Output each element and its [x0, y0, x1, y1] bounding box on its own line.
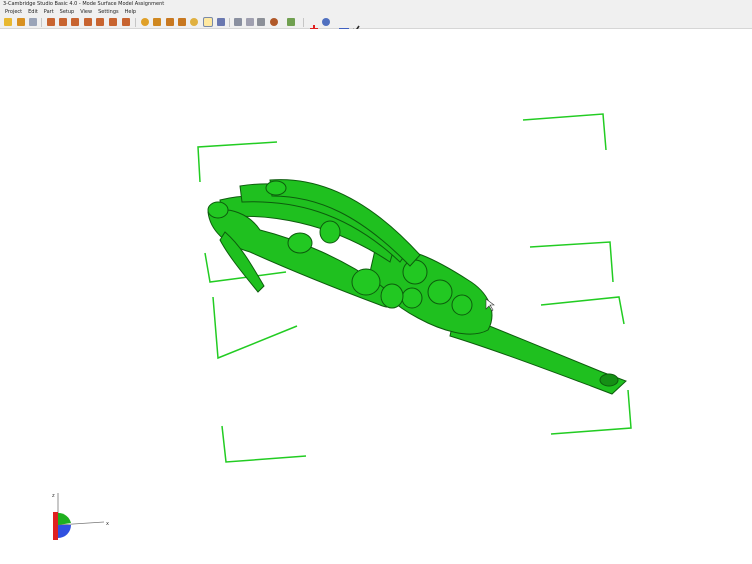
axis-quadrant-red [53, 512, 58, 540]
carpal-bone [451, 294, 473, 316]
axis-quadrant-green [58, 512, 71, 525]
menu-bar: Project Edit Part Setup View Settings He… [0, 8, 752, 16]
axis-orientation-gizmo: z x [52, 493, 109, 540]
cube-view-left-icon[interactable] [71, 18, 79, 26]
pan-icon[interactable] [153, 18, 161, 26]
carpal-bone [427, 279, 453, 305]
bbox-corner [212, 296, 298, 360]
toolbar-separator [135, 18, 136, 27]
open-folder-icon[interactable] [4, 18, 12, 26]
bbox-corner [522, 113, 607, 151]
select-icon[interactable] [203, 17, 213, 27]
cube-view-iso-icon[interactable] [122, 18, 130, 26]
bbox-corner [197, 141, 278, 183]
layer-icon[interactable] [257, 18, 265, 26]
measure-icon[interactable] [234, 18, 242, 26]
z-axis-label: z [52, 493, 55, 499]
home-icon[interactable] [17, 18, 25, 26]
fingertip [207, 201, 229, 219]
toolbar-separator [41, 18, 42, 27]
carpal-bone [402, 259, 428, 285]
window-title: 3-Cambridge Studio Basic 4.0 - Mode Surf… [0, 0, 752, 8]
cube-view-back-icon[interactable] [59, 18, 67, 26]
finger-joint [351, 268, 381, 296]
add-icon[interactable] [310, 18, 318, 33]
menu-settings[interactable]: Settings [98, 8, 119, 16]
cube-view-right-icon[interactable] [84, 18, 92, 26]
viewport-canvas[interactable]: z x [0, 29, 752, 564]
x-axis-label: x [106, 521, 109, 527]
axis-quadrant-blue [58, 525, 71, 538]
confirm-icon[interactable] [352, 18, 360, 34]
camera-icon[interactable] [322, 18, 330, 26]
3d-viewport[interactable]: z x [0, 29, 752, 564]
bbox-corner [221, 425, 307, 463]
pick-point-icon[interactable] [217, 18, 225, 26]
menu-help[interactable]: Help [125, 8, 136, 16]
zoom-fit-icon[interactable] [166, 18, 174, 26]
finger-joint [287, 232, 313, 254]
hand-bone-model[interactable] [207, 179, 627, 395]
render-mode-icon[interactable] [270, 18, 278, 26]
menu-edit[interactable]: Edit [28, 8, 38, 16]
zoom-icon[interactable] [190, 18, 198, 26]
eraser-icon[interactable] [246, 18, 254, 26]
bbox-corner [529, 241, 614, 283]
cube-view-front-icon[interactable] [47, 18, 55, 26]
bbox-corner [550, 389, 632, 435]
recent-icon[interactable] [29, 18, 37, 26]
menu-part[interactable]: Part [44, 8, 54, 16]
toolbar-separator [303, 18, 304, 27]
bbox-corner [540, 296, 625, 325]
zoom-window-icon[interactable] [178, 18, 186, 26]
toolbar-separator [229, 18, 230, 27]
rotate-icon[interactable] [141, 18, 149, 26]
fingertip [265, 180, 287, 196]
toolbar [0, 16, 752, 34]
remove-icon[interactable] [339, 18, 349, 30]
menu-project[interactable]: Project [5, 8, 22, 16]
menu-view[interactable]: View [80, 8, 92, 16]
finger-joint [380, 283, 404, 309]
cube-view-top-icon[interactable] [96, 18, 104, 26]
finger-joint [319, 220, 341, 244]
menu-setup[interactable]: Setup [60, 8, 75, 16]
carpal-bone [401, 287, 423, 309]
forearm-end [599, 373, 619, 387]
cube-view-bottom-icon[interactable] [109, 18, 117, 26]
display-options-icon[interactable] [287, 18, 295, 26]
